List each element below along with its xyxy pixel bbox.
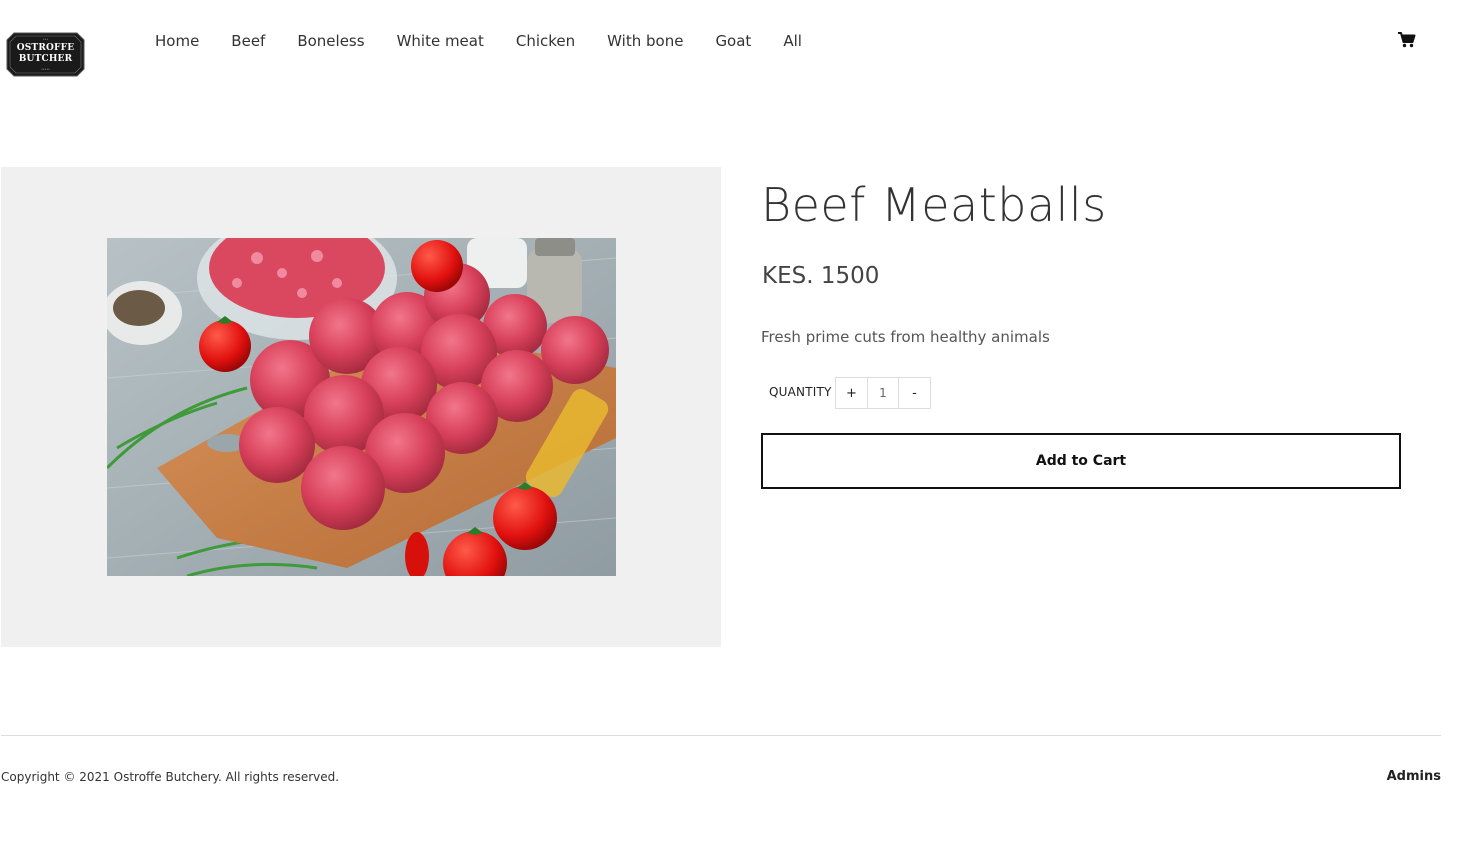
- main-nav: Home Beef Boneless White meat Chicken Wi…: [155, 31, 834, 51]
- add-to-cart-button[interactable]: Add to Cart: [761, 433, 1401, 489]
- meatballs-photo-illustration: [107, 238, 616, 576]
- nav-home[interactable]: Home: [155, 31, 199, 51]
- quantity-stepper: + -: [835, 377, 931, 409]
- footer-divider: [1, 735, 1441, 736]
- product-photo[interactable]: [107, 238, 616, 576]
- quantity-decrement-button[interactable]: -: [899, 378, 930, 408]
- nav-all[interactable]: All: [783, 31, 802, 51]
- product-title: Beef Meatballs: [761, 178, 1107, 232]
- shopping-cart-icon[interactable]: [1398, 32, 1416, 48]
- nav-boneless[interactable]: Boneless: [297, 31, 364, 51]
- copyright-text: Copyright © 2021 Ostroffe Butchery. All …: [1, 770, 340, 784]
- quantity-input[interactable]: [867, 378, 899, 408]
- quantity-label: QUANTITY: [769, 385, 832, 399]
- quantity-increment-button[interactable]: +: [836, 378, 867, 408]
- product-price: KES. 1500: [762, 263, 880, 289]
- admins-link[interactable]: Admins: [1387, 769, 1441, 784]
- nav-chicken[interactable]: Chicken: [516, 31, 575, 51]
- logo-tagline-top: •••: [42, 37, 49, 41]
- brand-logo[interactable]: ••• OSTROFFE BUTCHER •••••: [6, 32, 85, 77]
- product-image-panel: [1, 167, 721, 647]
- nav-white-meat[interactable]: White meat: [397, 31, 484, 51]
- logo-tagline-bottom: •••••: [41, 67, 50, 71]
- nav-goat[interactable]: Goat: [715, 31, 751, 51]
- site-header: ••• OSTROFFE BUTCHER ••••• Home Beef Bon…: [0, 0, 1476, 80]
- logo-line-2: BUTCHER: [18, 54, 73, 64]
- product-description: Fresh prime cuts from healthy animals: [761, 328, 1050, 346]
- nav-beef[interactable]: Beef: [231, 31, 265, 51]
- nav-with-bone[interactable]: With bone: [607, 31, 683, 51]
- logo-line-1: OSTROFFE: [16, 43, 75, 53]
